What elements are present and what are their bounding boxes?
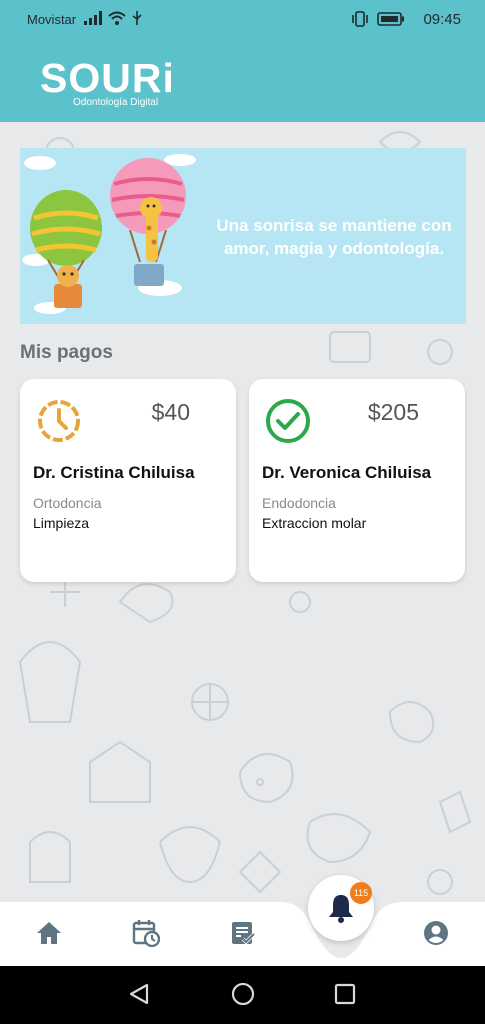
check-circle-icon [266, 399, 310, 443]
vibrate-icon [352, 11, 368, 27]
logo-subtitle: Odontología Digital [73, 97, 159, 108]
specialty-label: Endodoncia [262, 495, 336, 511]
doctor-name: Dr. Cristina Chiluisa [33, 463, 195, 482]
clock-icon [38, 400, 80, 442]
payment-amount: $40 [151, 399, 190, 425]
nav-home[interactable] [34, 918, 64, 948]
back-icon[interactable] [128, 983, 150, 1005]
status-bar: Movistar 09:45 [0, 0, 485, 40]
recents-icon[interactable] [334, 983, 356, 1005]
banner-text: Una sonrisa se mantiene con amor, magia … [216, 216, 452, 258]
account-icon [424, 921, 448, 945]
treatment-label: Extraccion molar [262, 515, 367, 531]
app-header: SOURi Odontología Digital [0, 40, 485, 122]
list-check-icon [232, 922, 256, 945]
system-nav-bar [0, 966, 485, 1024]
battery-icon [377, 12, 404, 26]
clock: 09:45 [423, 11, 461, 28]
promo-banner[interactable]: Una sonrisa se mantiene con amor, magia … [20, 148, 466, 324]
treatment-label: Limpieza [33, 515, 90, 531]
nav-treatments[interactable] [228, 918, 258, 948]
wifi-icon [108, 11, 126, 25]
logo-wordmark: SOURi [40, 55, 175, 101]
payment-amount: $205 [367, 399, 419, 425]
payment-card[interactable]: $40 Dr. Cristina Chiluisa Ortodoncia Lim… [20, 379, 236, 582]
home-nav-icon[interactable] [231, 982, 255, 1006]
section-title: Mis pagos [20, 342, 113, 363]
signal-icon [84, 11, 102, 25]
payment-card[interactable]: $205 Dr. Veronica Chiluisa Endodoncia Ex… [249, 379, 465, 582]
doctor-name: Dr. Veronica Chiluisa [262, 463, 432, 482]
nav-profile[interactable] [421, 918, 451, 948]
home-icon [37, 922, 61, 944]
specialty-label: Ortodoncia [33, 495, 102, 511]
notification-badge: 115 [350, 882, 372, 904]
nav-appointments[interactable] [131, 918, 161, 948]
calendar-clock-icon [132, 920, 160, 947]
balloon-illustration [22, 154, 196, 314]
carrier-name: Movistar [27, 12, 77, 27]
brand-logo[interactable]: SOURi Odontología Digital [40, 55, 175, 109]
usb-icon [132, 11, 142, 25]
